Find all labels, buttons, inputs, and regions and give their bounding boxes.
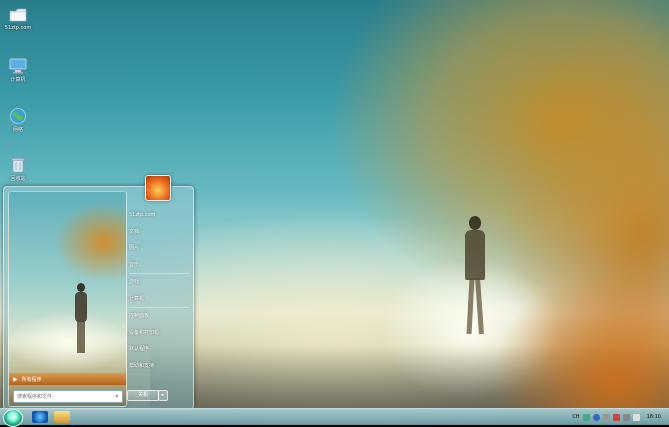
start-button[interactable]	[3, 409, 23, 427]
desktop-wallpaper: 51ztp.com 计算机 网络 回收站 ▶ 所有程序 搜索程序和文件 ⌕ 51…	[0, 0, 669, 424]
user-picture[interactable]	[145, 175, 171, 201]
desktop-icon-recycle-bin[interactable]: 回收站	[3, 156, 33, 182]
start-item-control-panel[interactable]: 控制面板	[125, 308, 193, 325]
notification-icon[interactable]	[602, 413, 610, 421]
system-tray: CH 18:10	[572, 411, 661, 423]
desktop-icon-label: 计算机	[10, 77, 26, 83]
desktop-icon-network[interactable]: 网络	[3, 107, 33, 133]
arrow-right-icon: ▶	[13, 375, 18, 383]
start-item-help-support[interactable]: 帮助和支持	[125, 358, 193, 375]
network-tray-icon[interactable]	[622, 413, 630, 421]
desktop-icon-computer[interactable]: 计算机	[3, 57, 33, 83]
wallpaper-leaves	[489, 270, 669, 410]
desktop-icon-label: 网络	[12, 127, 23, 133]
shutdown-options-button[interactable]: ▸	[158, 390, 168, 401]
all-programs-label: 所有程序	[21, 376, 42, 383]
desktop-icon-label: 51ztp.com	[4, 25, 32, 31]
start-item-51ztp[interactable]: 51ztp.com	[125, 207, 193, 224]
start-item-music[interactable]: 音乐	[125, 257, 193, 274]
start-menu-figure	[71, 283, 91, 353]
computer-icon	[9, 58, 27, 74]
volume-icon[interactable]	[632, 413, 640, 421]
shutdown-button[interactable]: 关机	[127, 390, 159, 401]
recycle-bin-icon	[11, 158, 25, 173]
all-programs-button[interactable]: ▶ 所有程序	[9, 373, 126, 385]
help-icon[interactable]	[592, 413, 600, 421]
search-icon[interactable]: ⌕	[112, 392, 122, 402]
start-menu-programs-pane: ▶ 所有程序 ⌕	[8, 191, 127, 407]
taskbar: CH 18:10	[0, 408, 669, 427]
start-item-pictures[interactable]: 图片	[125, 240, 193, 257]
search-box[interactable]: ⌕	[13, 390, 123, 403]
wallpaper-walking-figure	[457, 216, 495, 335]
search-input[interactable]	[14, 392, 112, 401]
folder-icon	[9, 8, 27, 22]
keyboard-icon[interactable]	[582, 413, 590, 421]
start-item-documents[interactable]: 文档	[125, 224, 193, 241]
clock[interactable]: 18:10	[647, 414, 661, 420]
taskbar-ie-icon[interactable]	[32, 411, 48, 423]
start-menu-places: 51ztp.com 文档 图片 音乐 游戏 计算机 控制面板 设备和打印机 默认…	[125, 207, 193, 374]
flag-icon[interactable]	[612, 413, 620, 421]
start-item-devices-printers[interactable]: 设备和打印机	[125, 325, 193, 342]
desktop-icon-label: 回收站	[10, 176, 26, 182]
start-menu: ▶ 所有程序 ⌕ 51ztp.com 文档 图片 音乐 游戏 计算机 控制面板 …	[3, 175, 194, 410]
taskbar-explorer-icon[interactable]	[54, 411, 70, 423]
network-icon	[10, 108, 26, 124]
start-item-games[interactable]: 游戏	[125, 274, 193, 291]
start-item-computer[interactable]: 计算机	[125, 291, 193, 308]
language-indicator[interactable]: CH	[572, 414, 579, 420]
start-item-default-programs[interactable]: 默认程序	[125, 341, 193, 358]
desktop-icon-51ztp[interactable]: 51ztp.com	[3, 6, 33, 31]
